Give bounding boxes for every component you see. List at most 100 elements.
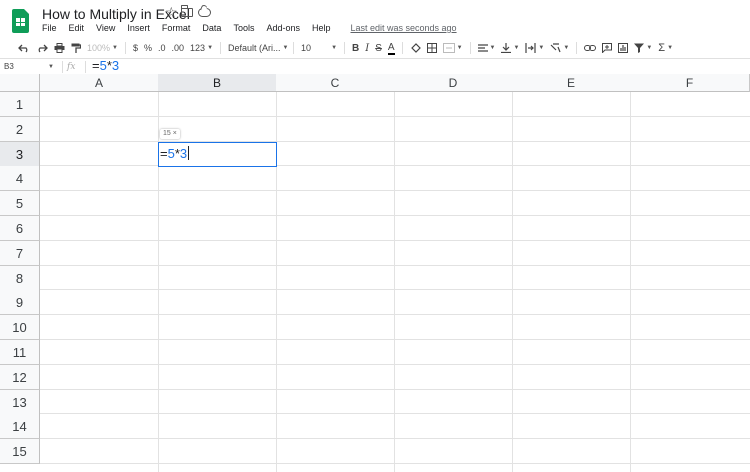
vertical-align-icon[interactable]: ▼	[501, 40, 519, 56]
decrease-decimal-button[interactable]: .0	[158, 40, 166, 56]
insert-link-icon[interactable]	[584, 40, 597, 56]
fx-icon: fx	[67, 62, 76, 72]
spreadsheet-grid[interactable]: ABCDEF 1 2 3 4 5 6 7 8 9 10 11 12 13 14 15 15 × =5*3	[0, 74, 750, 472]
sum-icon: Σ	[658, 42, 666, 54]
menu-add-ons[interactable]: Add-ons	[260, 22, 306, 34]
editor-prefix: =	[160, 146, 168, 161]
row-gridline	[40, 314, 750, 315]
row-gridline	[40, 116, 750, 117]
text-cursor	[188, 146, 190, 160]
print-icon[interactable]	[54, 40, 65, 56]
menu-edit[interactable]: Edit	[63, 22, 91, 34]
currency-button[interactable]: $	[133, 40, 138, 56]
row-gridline	[40, 165, 750, 166]
row-header-13[interactable]: 13	[0, 389, 40, 415]
row-header-11[interactable]: 11	[0, 340, 40, 365]
fill-color-icon[interactable]	[410, 40, 421, 56]
font-select[interactable]: Default (Ari... ▼	[228, 40, 289, 56]
row-gridline	[40, 289, 750, 290]
toolbar-divider	[220, 42, 222, 54]
row-header-4[interactable]: 4	[0, 166, 40, 192]
italic-button[interactable]: I	[365, 40, 369, 56]
borders-icon[interactable]	[426, 40, 437, 56]
strikethrough-button[interactable]: S	[375, 40, 382, 56]
row-header-14[interactable]: 14	[0, 414, 40, 440]
font-value: Default (Ari...	[228, 43, 281, 53]
column-header-c[interactable]: C	[276, 74, 395, 92]
editor-operand-a: 5	[167, 146, 175, 161]
name-box-value: B3	[4, 62, 14, 71]
menu-format[interactable]: Format	[156, 22, 197, 34]
row-header-10[interactable]: 10	[0, 315, 40, 341]
redo-icon[interactable]	[36, 40, 48, 56]
functions-button[interactable]: Σ ▼	[658, 40, 673, 56]
row-header-5[interactable]: 5	[0, 191, 40, 217]
cell-editor[interactable]: =5*3	[160, 145, 190, 163]
horizontal-align-icon[interactable]: ▼	[477, 40, 496, 56]
row-gridline	[40, 463, 750, 464]
chevron-down-icon: ▼	[282, 45, 289, 51]
column-header-f[interactable]: F	[630, 74, 750, 92]
column-gridline	[512, 92, 513, 472]
menu-view[interactable]: View	[90, 22, 121, 34]
percent-button[interactable]: %	[144, 40, 152, 56]
star-icon[interactable]: ☆	[165, 4, 178, 21]
row-header-3[interactable]: 3	[0, 141, 40, 167]
cloud-status-icon[interactable]	[198, 8, 211, 17]
text-wrap-icon[interactable]: ▼	[525, 40, 544, 56]
row-header-9[interactable]: 9	[0, 290, 40, 316]
menu-data[interactable]: Data	[196, 22, 227, 34]
chevron-down-icon: ▼	[489, 45, 496, 51]
row-header-8[interactable]: 8	[0, 265, 40, 291]
more-formats-button[interactable]: 123 ▼	[190, 40, 213, 56]
name-box[interactable]: B3 ▼	[4, 59, 56, 75]
row-header-12[interactable]: 12	[0, 364, 40, 390]
toolbar: 100% ▼ $ % .0 .00 123 ▼ Default (Ari... ▼ 1…	[0, 39, 750, 57]
chevron-down-icon: ▼	[331, 45, 338, 51]
row-header-15[interactable]: 15	[0, 439, 40, 465]
column-header-d[interactable]: D	[394, 74, 513, 92]
column-header-b[interactable]: B	[158, 74, 277, 92]
row-gridline	[40, 339, 750, 340]
select-all-corner[interactable]	[0, 74, 40, 92]
chevron-down-icon: ▼	[456, 45, 463, 51]
row-gridline	[40, 141, 750, 142]
filter-icon[interactable]: ▼	[634, 40, 652, 56]
column-header-e[interactable]: E	[512, 74, 631, 92]
text-rotation-icon[interactable]: ▼	[550, 40, 569, 56]
increase-decimal-button[interactable]: .00	[172, 40, 185, 56]
move-folder-icon[interactable]	[181, 5, 193, 17]
bold-button[interactable]: B	[352, 40, 359, 56]
toolbar-divider	[469, 42, 471, 54]
column-header-a[interactable]: A	[40, 74, 159, 92]
row-header-7[interactable]: 7	[0, 240, 40, 266]
menu-tools[interactable]: Tools	[227, 22, 260, 34]
formula-result-preview[interactable]: 15 ×	[160, 129, 180, 139]
paint-format-icon[interactable]	[71, 40, 81, 56]
column-gridline	[630, 92, 631, 472]
insert-chart-icon[interactable]	[618, 40, 629, 56]
formula-operand-b: 3	[111, 58, 120, 73]
row-header-6[interactable]: 6	[0, 216, 40, 241]
merge-cells-icon[interactable]: ▼	[442, 40, 463, 56]
menu-file[interactable]: File	[36, 22, 63, 34]
chevron-down-icon: ▼	[646, 45, 653, 51]
text-color-button[interactable]: A	[387, 42, 395, 55]
formula-prefix: =	[92, 58, 100, 73]
row-header-1[interactable]: 1	[0, 92, 40, 117]
sheets-logo-icon[interactable]	[12, 9, 29, 33]
undo-icon[interactable]	[18, 40, 30, 56]
row-gridline	[40, 364, 750, 365]
row-header-2[interactable]: 2	[0, 116, 40, 142]
last-edit-link[interactable]: Last edit was seconds ago	[345, 22, 463, 34]
font-size-select[interactable]: 10 ▼	[301, 40, 337, 56]
chevron-down-icon: ▼	[513, 45, 520, 51]
zoom-select[interactable]: 100% ▼	[87, 40, 118, 56]
menu-help[interactable]: Help	[306, 22, 337, 34]
formula-input[interactable]: =5*3	[92, 58, 119, 74]
menu-insert[interactable]: Insert	[121, 22, 156, 34]
row-gridline	[40, 438, 750, 439]
insert-comment-icon[interactable]	[602, 40, 613, 56]
chevron-down-icon: ▼	[563, 45, 570, 51]
toolbar-divider	[576, 42, 578, 54]
